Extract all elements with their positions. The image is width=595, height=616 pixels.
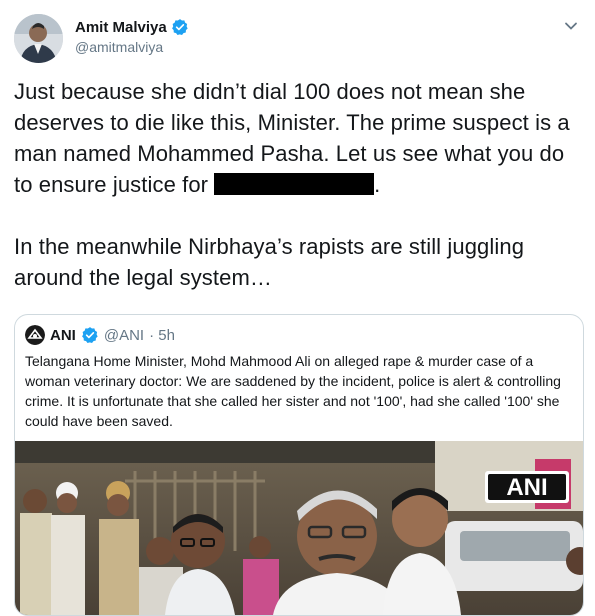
tweet-text: Just because she didn’t dial 100 does no…: [14, 76, 579, 293]
ani-watermark: ANI: [485, 471, 569, 503]
quoted-author-name: ANI: [50, 326, 76, 344]
tweet-card: Amit Malviya @amitmalviya Just because s…: [0, 0, 595, 616]
quoted-timestamp: · 5h: [149, 326, 175, 344]
quoted-author-handle: @ANI: [103, 326, 145, 344]
more-options-button[interactable]: [561, 16, 581, 36]
author-handle[interactable]: @amitmalviya: [75, 39, 163, 55]
redaction-block: [214, 173, 375, 195]
quoted-tweet[interactable]: ANI @ANI · 5h Telangana Home Minister, M…: [14, 314, 584, 616]
tweet-paragraph-1: Just because she didn’t dial 100 does no…: [14, 76, 579, 200]
verified-badge-icon: [81, 327, 98, 344]
quoted-tweet-text: Telangana Home Minister, Mohd Mahmood Al…: [25, 353, 561, 429]
tweet-paragraph-1-end: .: [374, 172, 381, 197]
chevron-down-icon: [565, 22, 577, 30]
ani-watermark-text: ANI: [506, 474, 547, 501]
author-name[interactable]: Amit Malviya: [75, 19, 167, 36]
quoted-author-avatar: [25, 325, 45, 345]
verified-badge-icon: [171, 19, 188, 36]
tweet-paragraph-2: In the meanwhile Nirbhaya’s rapists are …: [14, 234, 525, 290]
quoted-media-image[interactable]: ANI: [15, 441, 583, 615]
author-avatar[interactable]: [14, 14, 63, 63]
